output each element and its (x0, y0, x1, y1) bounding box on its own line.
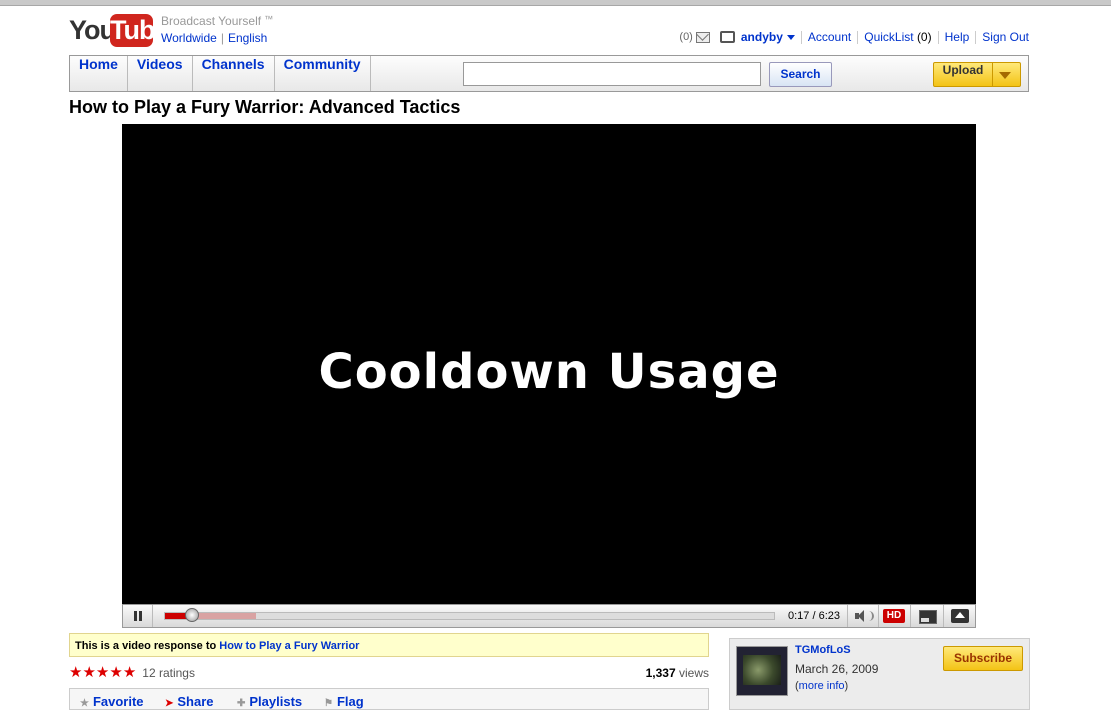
help-link[interactable]: Help (945, 30, 970, 44)
locale-separator: | (220, 31, 224, 45)
volume-icon[interactable] (847, 605, 878, 627)
logo-tube-text: Tube (110, 14, 170, 47)
favorite-action[interactable]: ★ Favorite (80, 694, 144, 709)
uploader-name-link[interactable]: TGMofLoS (795, 644, 851, 656)
locale-links: Worldwide | English (161, 31, 267, 45)
scrubber-handle[interactable] (185, 608, 199, 622)
separator (975, 30, 977, 44)
star-icon[interactable]: ★ (82, 664, 95, 681)
search-button[interactable]: Search (769, 62, 832, 87)
view-count: 1,337 views (646, 666, 709, 680)
share-label: Share (177, 694, 214, 709)
main-nav-bar: Home Videos Channels Community Search Up… (69, 55, 1029, 92)
pause-icon[interactable] (123, 605, 153, 627)
player-controls: 0:17 / 6:23 HD (122, 604, 976, 628)
upload-date: March 26, 2009 (795, 662, 879, 676)
youtube-logo[interactable]: You Tube (69, 14, 170, 47)
nav-tabs: Home Videos Channels Community (70, 56, 371, 91)
sign-out-link[interactable]: Sign Out (982, 30, 1029, 44)
logo-you-text: You (69, 15, 116, 45)
uploader-info-box: TGMofLoS March 26, 2009 (more info) Subs… (729, 638, 1030, 710)
mail-icon[interactable] (695, 31, 710, 43)
fullscreen-icon[interactable] (943, 605, 976, 627)
trademark: ™ (264, 14, 274, 24)
locale-language-link[interactable]: English (228, 31, 267, 45)
star-icon[interactable]: ★ (69, 664, 82, 681)
video-player[interactable]: Cooldown Usage (122, 124, 976, 604)
playlists-label: Playlists (249, 694, 303, 709)
upload-button[interactable]: Upload (933, 62, 1021, 87)
upload-label[interactable]: Upload (934, 63, 993, 86)
more-info: (more info) (795, 680, 848, 692)
locale-country-link[interactable]: Worldwide (161, 31, 217, 45)
user-bar: (0) andyby Account QuickList (0) Help Si… (679, 30, 1029, 44)
rating: ★★★★★ 12 ratings (69, 665, 195, 680)
subscriptions-tv-icon[interactable] (719, 31, 735, 43)
video-title: How to Play a Fury Warrior: Advanced Tac… (69, 97, 461, 117)
response-prefix: This is a video response to (75, 640, 217, 652)
share-arrow-icon: ➤ (165, 698, 174, 709)
progress-bar[interactable] (164, 612, 775, 620)
chevron-down-icon[interactable] (786, 34, 795, 40)
star-icon[interactable]: ★ (109, 664, 122, 681)
view-count-number: 1,337 (645, 666, 676, 680)
tagline-text: Broadcast Yourself (161, 14, 262, 28)
star-icon: ★ (80, 698, 89, 709)
quicklist-link[interactable]: QuickList (864, 30, 913, 44)
playlists-action[interactable]: ✚ Playlists (237, 694, 302, 709)
tagline: Broadcast Yourself ™ (161, 14, 273, 28)
nav-tab-channels[interactable]: Channels (193, 56, 275, 91)
star-icon[interactable]: ★ (123, 664, 136, 681)
separator (857, 30, 859, 44)
rating-stars[interactable]: ★★★★★ (69, 665, 136, 680)
upload-dropdown-arrow-icon[interactable] (999, 72, 1011, 79)
flag-label: Flag (336, 694, 364, 709)
separator (937, 30, 939, 44)
nav-tab-community[interactable]: Community (275, 56, 371, 91)
subscribe-button[interactable]: Subscribe (943, 646, 1023, 671)
share-action[interactable]: ➤ Share (165, 694, 214, 709)
action-bar: ★ Favorite ➤ Share ✚ Playlists ⚑ Flag (69, 688, 709, 710)
account-link[interactable]: Account (808, 30, 851, 44)
widescreen-icon[interactable] (910, 605, 943, 627)
more-info-link[interactable]: more info (799, 680, 845, 692)
uploader-thumbnail[interactable] (736, 646, 788, 696)
ratings-count: 12 ratings (142, 665, 195, 680)
video-frame-text: Cooldown Usage (318, 344, 780, 400)
nav-tab-home[interactable]: Home (70, 56, 128, 91)
view-count-label: views (678, 666, 709, 680)
star-icon[interactable]: ★ (96, 664, 109, 681)
flag-action[interactable]: ⚑ Flag (324, 694, 364, 709)
separator (800, 30, 802, 44)
favorite-label: Favorite (92, 694, 144, 709)
browser-top-edge (0, 0, 1111, 6)
response-link[interactable]: How to Play a Fury Warrior (219, 640, 359, 652)
search-input[interactable] (463, 62, 761, 86)
hd-toggle-button[interactable]: HD (878, 605, 910, 627)
username-link[interactable]: andyby (741, 30, 783, 44)
paren-close: ) (844, 680, 849, 692)
hd-label: HD (883, 609, 905, 623)
flag-icon: ⚑ (324, 698, 333, 709)
quicklist-count: (0) (916, 30, 932, 44)
plus-icon: ✚ (237, 698, 246, 709)
inbox-count: (0) (679, 31, 693, 43)
video-response-notice: This is a video response to How to Play … (69, 633, 709, 657)
time-display: 0:17 / 6:23 (788, 610, 840, 622)
nav-tab-videos[interactable]: Videos (128, 56, 193, 91)
